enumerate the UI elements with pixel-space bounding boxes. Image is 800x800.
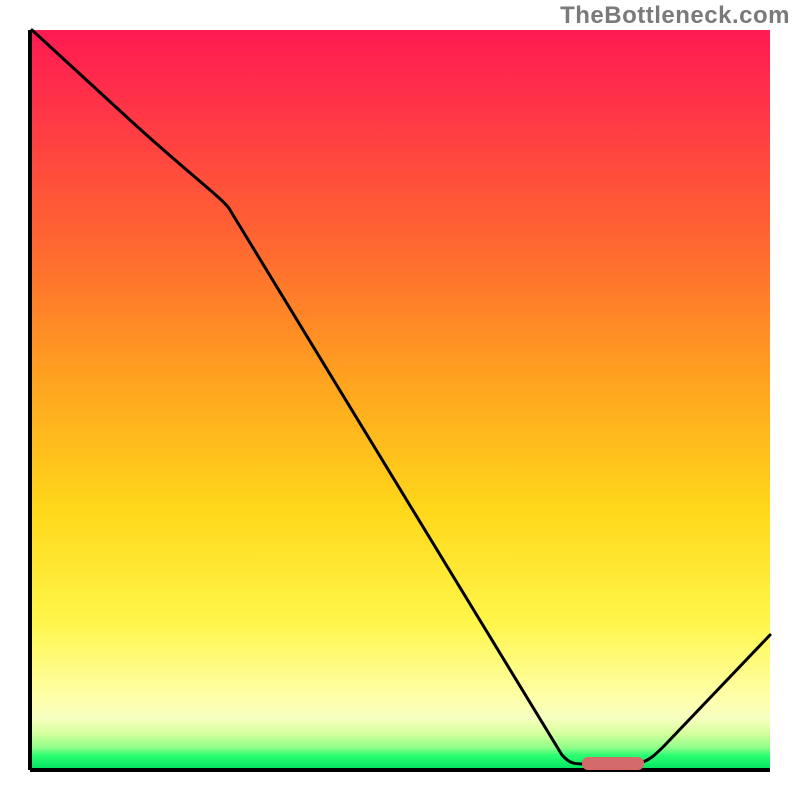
optimal-marker <box>582 757 644 770</box>
chart-svg <box>0 0 800 800</box>
chart-container: TheBottleneck.com <box>0 0 800 800</box>
bottleneck-curve <box>32 30 770 764</box>
